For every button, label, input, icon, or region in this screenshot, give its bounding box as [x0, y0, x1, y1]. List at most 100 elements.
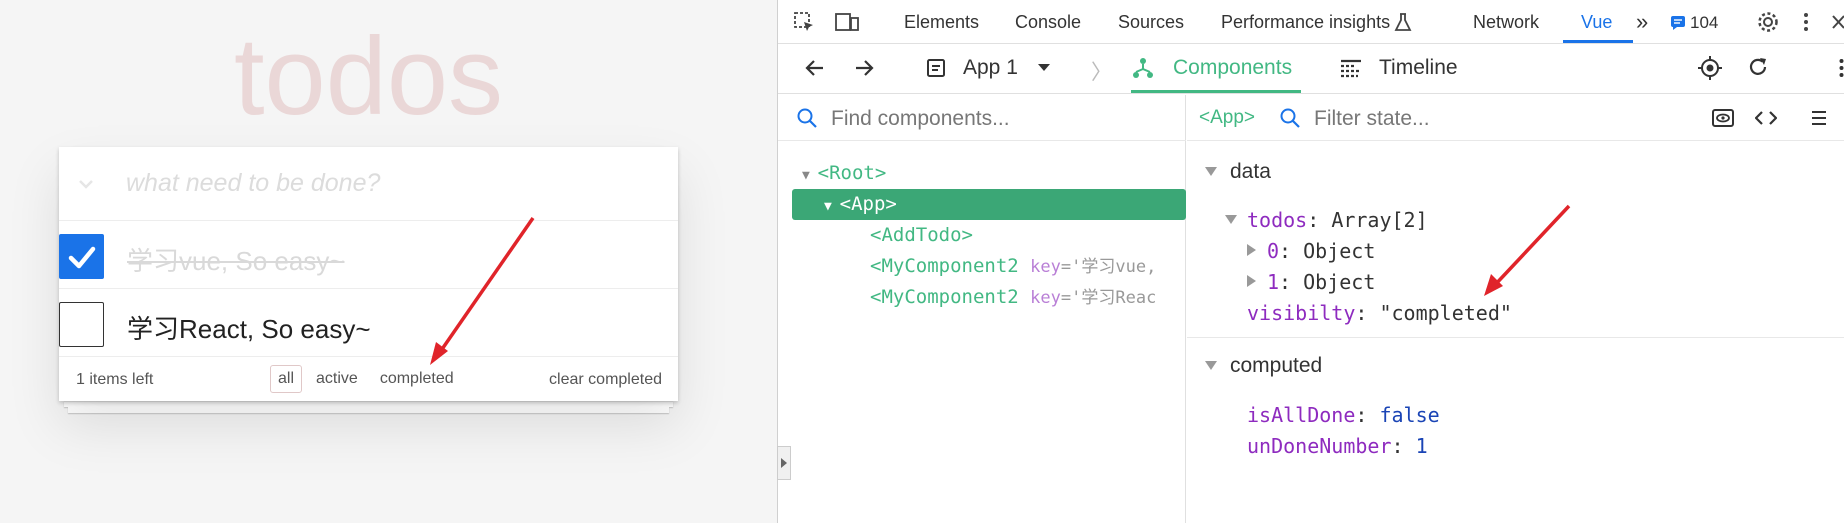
isalldone-property[interactable]: isAllDone: false	[1247, 403, 1440, 427]
component-tree-panel: Find components... ▼ <Root> ▼ <App> <Add…	[778, 95, 1186, 523]
filter-active[interactable]: active	[308, 365, 366, 393]
property-name: unDoneNumber	[1247, 434, 1392, 458]
tab-elements[interactable]: Elements	[904, 12, 979, 33]
tab-performance-insights[interactable]: Performance insights	[1221, 12, 1390, 33]
tree-node-root[interactable]: ▼ <Root>	[802, 158, 886, 189]
tab-network[interactable]: Network	[1473, 12, 1539, 33]
undonenumber-property[interactable]: unDoneNumber: 1	[1247, 434, 1428, 458]
tree-node-label: <App>	[839, 193, 897, 215]
target-select-icon[interactable]	[1698, 56, 1722, 80]
menu-icon[interactable]	[1812, 110, 1826, 126]
device-toggle-icon[interactable]	[834, 10, 860, 34]
message-count: 104	[1690, 13, 1719, 32]
app-selector[interactable]: App 1	[963, 56, 1018, 80]
tree-node-key-value: ='学习vue,	[1060, 257, 1157, 277]
search-icon	[797, 108, 817, 128]
entry-index: 1	[1267, 270, 1280, 294]
entry-value: Object	[1303, 270, 1376, 294]
property-name: todos	[1247, 208, 1308, 232]
tab-console[interactable]: Console	[1015, 12, 1081, 33]
items-left-count: 1 items left	[76, 371, 154, 388]
active-subtab-indicator	[1131, 90, 1301, 93]
section-divider	[1187, 337, 1844, 338]
messages-icon[interactable]	[1670, 15, 1686, 31]
app-title: todos	[233, 15, 504, 138]
property-value: false	[1379, 403, 1440, 427]
entry-index: 0	[1267, 239, 1280, 263]
tree-node-key-value: ='学习Reac	[1060, 288, 1157, 308]
expand-triangle-icon[interactable]	[1247, 275, 1257, 287]
code-icon[interactable]	[1755, 109, 1777, 127]
tree-node-mycomponent2[interactable]: <MyComponent2 key='学习Reac	[870, 282, 1186, 313]
tab-vue[interactable]: Vue	[1581, 12, 1612, 33]
collapse-triangle-icon[interactable]	[1225, 215, 1237, 225]
tree-node-label: <MyComponent2	[870, 255, 1019, 277]
todos-property[interactable]: todos: Array[2]	[1247, 208, 1428, 232]
collapse-triangle-icon[interactable]	[1205, 167, 1217, 177]
card-stack-decoration	[68, 407, 669, 413]
filter-all[interactable]: all	[270, 365, 303, 393]
tab-components[interactable]: Components	[1173, 56, 1292, 80]
todos-entry[interactable]: 0: Object	[1267, 239, 1375, 263]
tree-node-addtodo[interactable]: <AddTodo>	[870, 220, 973, 251]
data-section-title: data	[1230, 160, 1271, 183]
breadcrumb-separator-icon: 〉	[1091, 61, 1112, 84]
todo-label[interactable]: 学习vue, So easy~	[127, 241, 345, 278]
tree-node-mycomponent2[interactable]: <MyComponent2 key='学习vue,	[870, 251, 1186, 282]
filter-state-input[interactable]: Filter state...	[1314, 107, 1430, 131]
tree-node-label: <MyComponent2	[870, 286, 1019, 308]
tab-sources[interactable]: Sources	[1118, 12, 1184, 33]
property-name: visibilty	[1247, 301, 1356, 325]
refresh-icon[interactable]	[1747, 56, 1769, 78]
todo-footer: 1 items left all active completed clear …	[59, 357, 678, 401]
todo-card: 学习vue, So easy~ 学习React, So easy~ 1 item…	[59, 147, 678, 401]
todo-checkbox-checked[interactable]	[59, 234, 104, 279]
computed-section-title: computed	[1230, 354, 1323, 377]
clear-completed-button[interactable]: clear completed	[549, 371, 662, 389]
entry-value: Object	[1303, 239, 1376, 263]
expand-triangle-icon[interactable]	[1247, 244, 1257, 256]
forward-arrow-icon[interactable]	[853, 57, 875, 79]
new-todo-input[interactable]	[126, 165, 656, 201]
gear-icon[interactable]	[1756, 10, 1780, 34]
app-window-icon	[927, 59, 945, 77]
tree-node-label: <Root>	[817, 162, 887, 184]
sidebar-collapse-handle[interactable]	[777, 446, 791, 480]
find-components-input[interactable]: Find components...	[831, 107, 1010, 131]
tree-node-key-attr: key	[1030, 257, 1061, 277]
todo-item: 学习React, So easy~	[59, 289, 678, 357]
chevron-right-icon	[781, 458, 787, 468]
state-inspector-panel: <App> Filter state... data todos: Array[…	[1187, 95, 1844, 523]
devtools-panel: Elements Console Sources Performance ins…	[777, 0, 1844, 523]
selected-component-name: <App>	[1199, 107, 1255, 128]
tree-node-app[interactable]: ▼ <App>	[824, 189, 897, 220]
kebab-menu-icon[interactable]	[1802, 10, 1810, 34]
more-tabs-icon[interactable]: »	[1636, 9, 1648, 35]
flask-icon	[1394, 13, 1412, 31]
find-components-row: Find components...	[778, 95, 1186, 141]
back-arrow-icon[interactable]	[804, 57, 826, 79]
tree-node-label: <AddTodo>	[870, 224, 973, 246]
timeline-icon	[1341, 59, 1361, 78]
filter-group: all active completed	[270, 365, 462, 393]
toggle-all-icon[interactable]	[71, 169, 101, 199]
todos-entry[interactable]: 1: Object	[1267, 270, 1375, 294]
close-icon[interactable]	[1832, 14, 1844, 30]
visibility-property[interactable]: visibilty: "completed"	[1247, 301, 1512, 325]
inspect-element-icon[interactable]	[792, 10, 816, 34]
eye-icon[interactable]	[1712, 108, 1734, 128]
chevron-down-icon[interactable]	[1038, 64, 1050, 72]
components-tree-icon	[1133, 58, 1153, 78]
devtools-tabbar: Elements Console Sources Performance ins…	[778, 0, 1844, 44]
todo-item: 学习vue, So easy~	[59, 221, 678, 289]
collapse-triangle-icon[interactable]	[1205, 361, 1217, 371]
filter-completed[interactable]: completed	[372, 365, 462, 393]
todo-checkbox[interactable]	[59, 302, 104, 347]
more-options-icon[interactable]	[1838, 56, 1844, 80]
active-tab-indicator	[1563, 40, 1633, 43]
state-header: <App> Filter state...	[1187, 95, 1844, 141]
new-todo-row	[59, 147, 678, 221]
filter-search-icon	[1280, 108, 1300, 128]
tab-timeline[interactable]: Timeline	[1379, 56, 1458, 80]
todo-label[interactable]: 学习React, So easy~	[127, 309, 371, 346]
